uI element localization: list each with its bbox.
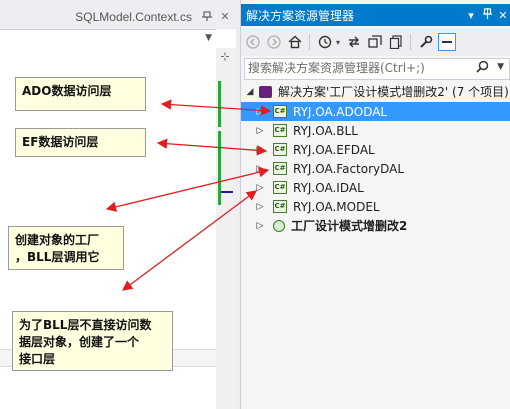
annotation-interface: 为了BLL层不直接访问数 据层对象，创建了一个 接口层 bbox=[12, 311, 173, 371]
solution-explorer-titlebar[interactable]: 解决方案资源管理器 ▾ ✕ bbox=[241, 4, 510, 26]
csharp-project-icon: C# bbox=[273, 105, 287, 118]
pin-icon[interactable] bbox=[200, 10, 214, 24]
collapsed-chevron-icon[interactable]: ▷ bbox=[255, 183, 265, 193]
solution-tree: ◢ 解决方案'工厂设计模式增删改2' (7 个项目) ▷ C# RYJ.OA.A… bbox=[241, 80, 510, 409]
csharp-project-icon: C# bbox=[273, 181, 287, 194]
collapsed-chevron-icon[interactable]: ▷ bbox=[255, 202, 265, 212]
search-input[interactable] bbox=[248, 60, 472, 76]
search-icon[interactable] bbox=[476, 60, 489, 77]
change-marker bbox=[218, 131, 221, 205]
collapsed-chevron-icon[interactable]: ▷ bbox=[255, 221, 265, 231]
tree-item-project[interactable]: ▷ C# RYJ.OA.IDAL bbox=[241, 178, 510, 197]
close-icon[interactable]: ✕ bbox=[218, 10, 232, 24]
toolbar-separator bbox=[309, 34, 310, 50]
split-view-icon[interactable]: ⊹ bbox=[218, 50, 232, 64]
tree-item-project[interactable]: ▷ 工厂设计模式增删改2 bbox=[241, 216, 510, 235]
tree-item-project[interactable]: ▷ C# RYJ.OA.FactoryDAL bbox=[241, 159, 510, 178]
tree-item-label: RYJ.OA.IDAL bbox=[293, 180, 364, 195]
chevron-down-icon[interactable]: ▼ bbox=[497, 62, 504, 72]
csharp-project-icon: C# bbox=[273, 200, 287, 213]
solution-explorer-title: 解决方案资源管理器 bbox=[246, 8, 355, 23]
annotation-text: 据层对象，创建了一个 bbox=[19, 335, 140, 349]
pin-icon[interactable] bbox=[479, 8, 495, 22]
chevron-down-icon[interactable]: ▾ bbox=[334, 33, 342, 51]
history-icon[interactable] bbox=[316, 33, 334, 51]
tree-item-label: RYJ.OA.ADODAL bbox=[293, 104, 388, 119]
collapsed-chevron-icon[interactable]: ▷ bbox=[255, 126, 265, 136]
tree-item-label: RYJ.OA.EFDAL bbox=[293, 142, 375, 157]
solution-icon bbox=[259, 85, 272, 98]
tree-item-project[interactable]: ▷ C# RYJ.OA.EFDAL bbox=[241, 140, 510, 159]
tree-item-project[interactable]: ▷ C# RYJ.OA.BLL bbox=[241, 121, 510, 140]
editor-tab-title[interactable]: SQLModel.Context.cs bbox=[75, 10, 192, 24]
annotation-text: 创建对象的工厂 bbox=[15, 233, 100, 247]
toolbar-separator bbox=[410, 34, 411, 50]
collapsed-chevron-icon[interactable]: ▷ bbox=[255, 164, 265, 174]
preview-icon[interactable] bbox=[438, 33, 456, 51]
dropdown-icon[interactable]: ▾ bbox=[463, 9, 479, 22]
tree-item-label: 工厂设计模式增删改2 bbox=[291, 219, 408, 233]
close-icon[interactable]: ✕ bbox=[495, 9, 510, 22]
annotation-text: ，BLL层调用它 bbox=[15, 250, 100, 264]
sync-icon[interactable] bbox=[345, 33, 363, 51]
chevron-down-icon[interactable]: ▼ bbox=[205, 33, 212, 43]
editor-navigation-bar[interactable]: ▼ bbox=[0, 29, 216, 49]
properties-icon[interactable] bbox=[417, 33, 435, 51]
tree-item-label: RYJ.OA.FactoryDAL bbox=[293, 161, 405, 176]
tree-item-solution[interactable]: ◢ 解决方案'工厂设计模式增删改2' (7 个项目) bbox=[241, 82, 510, 101]
expand-icon[interactable]: ◢ bbox=[245, 87, 255, 97]
tree-item-label: 解决方案'工厂设计模式增删改2' (7 个项目) bbox=[278, 85, 509, 99]
solution-explorer-panel: 解决方案资源管理器 ▾ ✕ ▾ 搜索解决方案资源管理器(Ctrl+;) ▼ ◢ … bbox=[240, 0, 510, 409]
tree-item-project[interactable]: ▷ C# RYJ.OA.ADODAL bbox=[241, 102, 510, 121]
solution-explorer-search[interactable]: ▼ bbox=[244, 58, 510, 80]
annotation-text: 为了BLL层不直接访问数 bbox=[19, 318, 152, 332]
csharp-project-icon: C# bbox=[273, 162, 287, 175]
tree-item-label: RYJ.OA.BLL bbox=[293, 123, 358, 138]
collapse-all-icon[interactable] bbox=[366, 33, 384, 51]
back-icon[interactable] bbox=[244, 33, 262, 51]
forward-icon[interactable] bbox=[265, 33, 283, 51]
web-project-icon bbox=[273, 219, 285, 232]
annotation-ef: EF数据访问层 bbox=[15, 128, 146, 157]
tree-item-label: RYJ.OA.MODEL bbox=[293, 199, 380, 214]
editor-document-tab[interactable]: SQLModel.Context.cs ✕ bbox=[0, 4, 236, 29]
annotation-text: EF数据访问层 bbox=[22, 135, 99, 149]
home-icon[interactable] bbox=[286, 33, 304, 51]
solution-explorer-toolbar: ▾ bbox=[241, 28, 510, 56]
collapsed-chevron-icon[interactable]: ▷ bbox=[255, 107, 265, 117]
csharp-project-icon: C# bbox=[273, 124, 287, 137]
annotation-ado: ADO数据访问层 bbox=[15, 77, 146, 111]
change-marker bbox=[218, 81, 221, 127]
annotation-factory: 创建对象的工厂 ，BLL层调用它 bbox=[8, 226, 124, 270]
show-all-files-icon[interactable] bbox=[387, 33, 405, 51]
caret-position-marker bbox=[221, 191, 233, 193]
annotation-text: 接口层 bbox=[19, 352, 56, 366]
collapsed-chevron-icon[interactable]: ▷ bbox=[255, 145, 265, 155]
annotation-text: ADO数据访问层 bbox=[22, 84, 112, 98]
tree-item-project[interactable]: ▷ C# RYJ.OA.MODEL bbox=[241, 197, 510, 216]
csharp-project-icon: C# bbox=[273, 143, 287, 156]
